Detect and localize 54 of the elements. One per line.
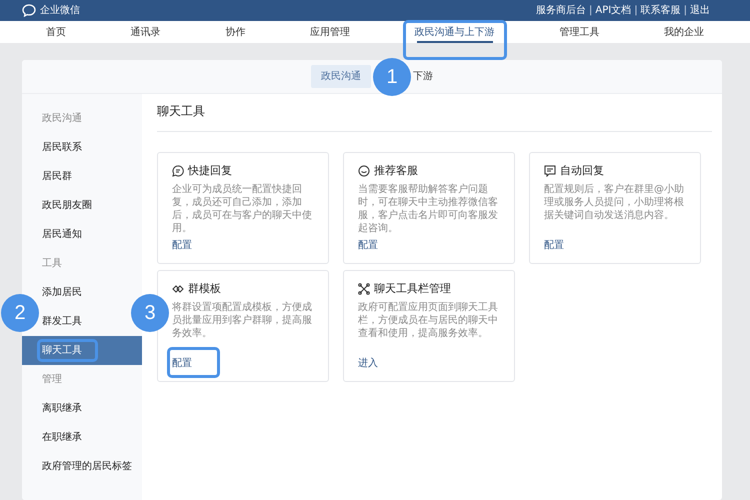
card-title: 群模板 <box>188 281 221 297</box>
sidebar-item[interactable]: 居民联系 <box>42 133 82 162</box>
nav-tab[interactable]: 协作 <box>219 21 252 43</box>
sidebar-item[interactable]: 政民朋友圈 <box>42 191 92 220</box>
nav-tab[interactable]: 我的企业 <box>658 21 710 43</box>
top-link[interactable]: 退出 <box>690 3 710 18</box>
logo-icon <box>22 4 36 17</box>
nav-tab[interactable]: 管理工具 <box>553 21 606 43</box>
card-title: 聊天工具栏管理 <box>374 281 451 297</box>
sidebar-heading: 工具 <box>41 257 63 271</box>
sub-tab[interactable]: 政民沟通 <box>311 65 371 88</box>
step-badge: 2 <box>1 294 39 332</box>
sidebar-heading: 管理 <box>41 373 63 387</box>
message-icon <box>544 165 556 178</box>
top-link[interactable]: 服务商后台 <box>536 3 586 18</box>
card-title: 快捷回复 <box>188 163 232 179</box>
card-link[interactable]: 配置 <box>358 238 378 253</box>
card-title: 自动回复 <box>560 163 604 179</box>
separator: | <box>634 4 638 18</box>
nav-tab[interactable]: 首页 <box>40 21 72 43</box>
card-description: 企业可为成员统一配置快捷回复，成员还可自己添加，添加后，成员可在与客户的聊天中使用。 <box>172 182 313 234</box>
section-title: 聊天工具 <box>157 102 712 132</box>
sidebar-item[interactable]: 在职继承 <box>42 423 82 452</box>
separator: | <box>684 4 687 18</box>
card-link[interactable]: 进入 <box>358 356 378 371</box>
nav-tab[interactable]: 政民沟通与上下游 <box>408 21 501 43</box>
sidebar-heading: 政民沟通 <box>41 112 83 126</box>
chat-icon <box>358 165 370 178</box>
card-title: 推荐客服 <box>374 163 418 179</box>
nav-tab[interactable]: 应用管理 <box>304 21 356 43</box>
card-link[interactable]: 配置 <box>172 238 192 253</box>
highlight-frame <box>167 347 220 378</box>
sidebar-item[interactable]: 政府管理的居民标签 <box>42 452 132 481</box>
card-description: 政府可配置应用页面到聊天工具栏，方便成员在与居民的聊天中查看和使用，提高服务效率。 <box>358 300 499 340</box>
template-icon <box>172 283 184 296</box>
card-link[interactable]: 配置 <box>172 356 192 371</box>
sidebar-item[interactable]: 添加居民 <box>42 278 82 307</box>
card-description: 配置规则后，客户在群里@小助理或服务人员提问，小助理将根据关键词自动发送消息内容。 <box>544 182 685 222</box>
separator: | <box>589 4 592 18</box>
sidebar-item[interactable]: 离职继承 <box>42 394 82 423</box>
sub-tab[interactable]: 下游 <box>413 65 433 88</box>
reply-icon <box>172 165 184 178</box>
top-link[interactable]: 联系客服 <box>640 3 681 18</box>
highlight-frame <box>37 339 98 362</box>
tools-icon <box>358 283 370 296</box>
nav-tab[interactable]: 通讯录 <box>124 21 167 43</box>
top-link[interactable]: API文档 <box>595 3 632 18</box>
sidebar-item[interactable]: 居民通知 <box>42 220 82 249</box>
brand-name: 企业微信 <box>40 4 80 18</box>
sidebar-item[interactable]: 群发工具 <box>42 307 82 336</box>
card-link[interactable]: 配置 <box>544 238 564 253</box>
card-description: 将群设置项配置成模板，方便成员批量应用到客户群聊，提高服务效率。 <box>172 300 313 340</box>
sidebar-item[interactable]: 居民群 <box>42 162 72 191</box>
card-description: 当需要客服帮助解答客户问题时，可在聊天中主动推荐微信客服，客户点击名片即可向客服发起咨询。 <box>358 182 499 234</box>
